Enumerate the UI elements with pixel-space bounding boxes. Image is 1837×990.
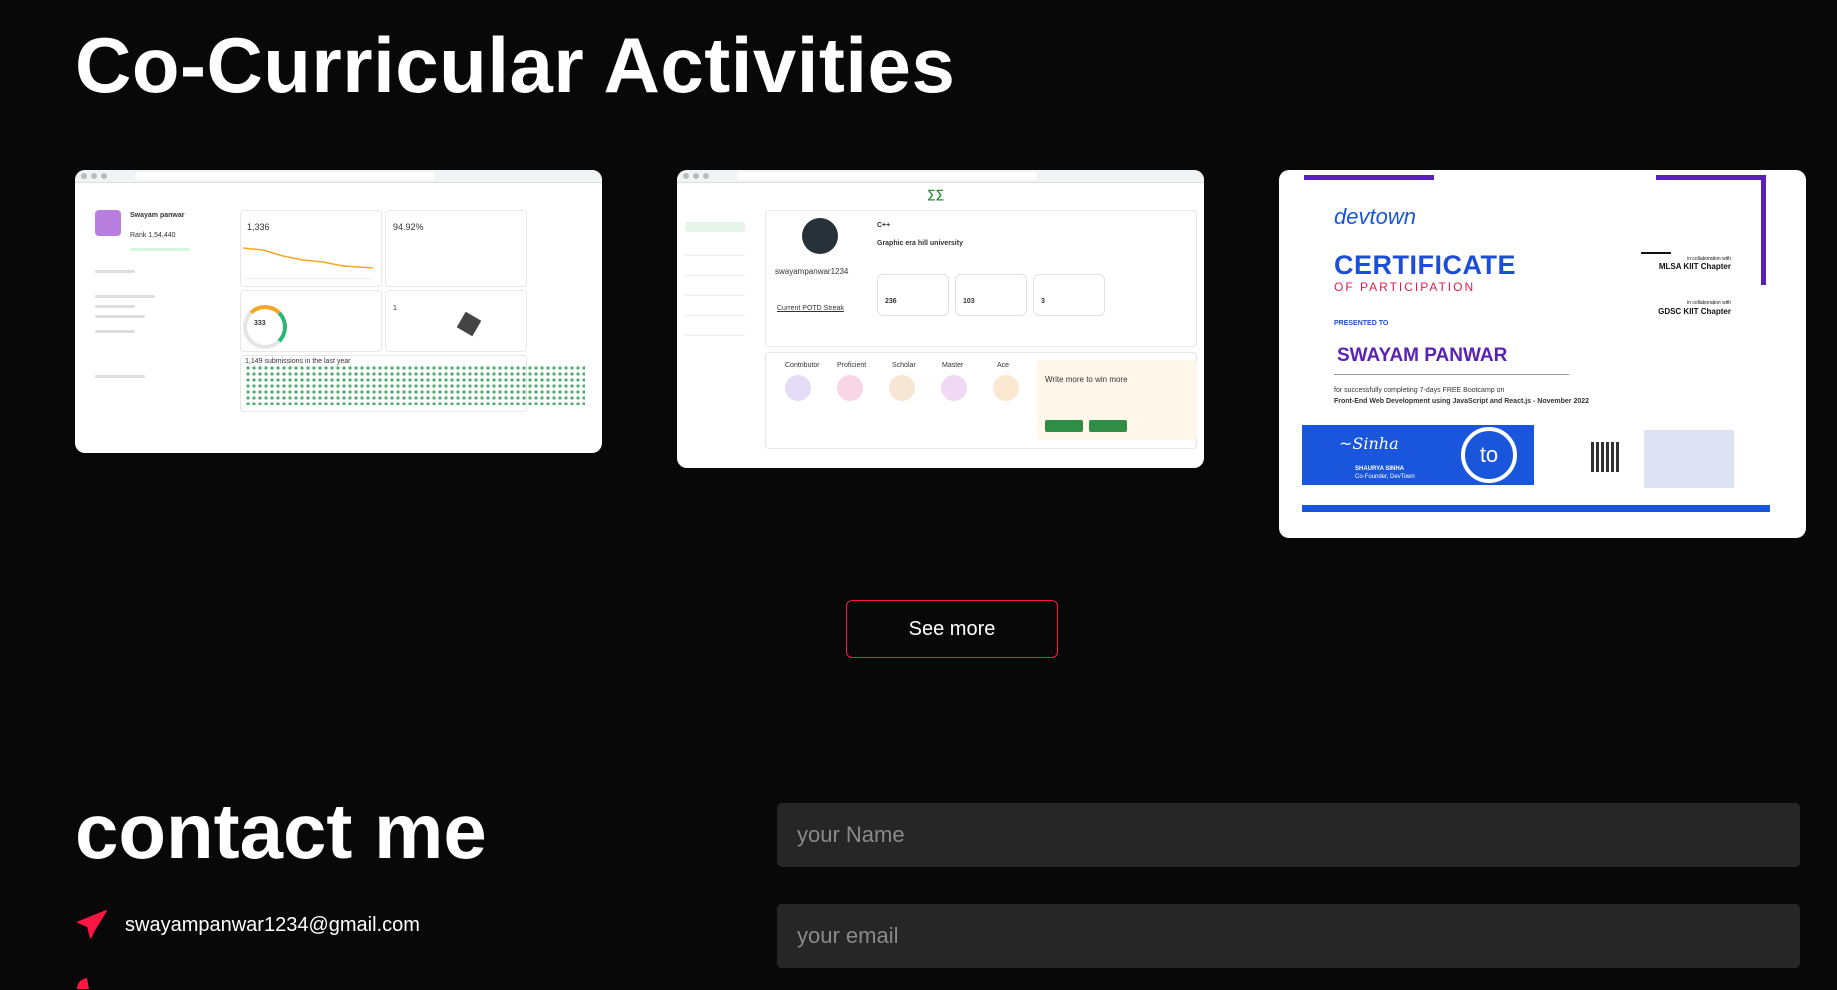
cert-brand-logo: devtown — [1334, 204, 1416, 229]
section-title-contact: contact me — [75, 787, 487, 875]
section-title-activities: Co-Curricular Activities — [75, 21, 956, 109]
gfg-problems-solved: 103 — [963, 298, 975, 305]
badge-label: Ace — [997, 362, 1010, 369]
lc-contest-rating: 1,336 — [247, 222, 270, 232]
name-field[interactable] — [777, 803, 1800, 867]
master-badge-icon — [941, 375, 967, 401]
lc-rank: Rank 1,54,440 — [130, 232, 176, 239]
cert-subheading: OF PARTICIPATION — [1334, 280, 1476, 294]
cert-chapter-1: MLSA KIIT Chapter — [1658, 262, 1731, 271]
lc-submissions: 1,149 submissions in the last year — [245, 358, 351, 365]
activity-card-certificate[interactable]: devtown CERTIFICATE OF PARTICIPATION PRE… — [1279, 170, 1806, 538]
lc-solved: 333 — [254, 320, 266, 327]
phone-icon — [77, 978, 89, 989]
paper-plane-icon — [77, 910, 107, 939]
lc-top-percent: 94.92% — [393, 222, 424, 232]
signature-icon: ~Sinha — [1339, 434, 1399, 453]
contact-email-row[interactable]: swayampanwar1234@gmail.com — [75, 905, 420, 945]
cert-heading: CERTIFICATE — [1334, 250, 1516, 280]
lc-progress-ring — [243, 305, 287, 349]
cert-signer: SHAURYA SINHA — [1355, 466, 1405, 472]
badge-label: Scholar — [892, 362, 916, 369]
cert-presented-to: PRESENTED TO — [1334, 320, 1389, 327]
gfg-logo-icon: ∑∑ — [927, 187, 945, 201]
building-illustration-icon — [1644, 430, 1734, 488]
cert-collab: in collaboration with — [1687, 300, 1731, 306]
gfg-promo: Write more to win more — [1045, 375, 1128, 384]
badge-label: Contributor — [785, 362, 820, 369]
proficient-badge-icon — [837, 375, 863, 401]
lc-username: Swayam panwar — [130, 212, 185, 219]
gfg-language: C++ — [877, 222, 891, 229]
gfg-institute: Graphic era hill university — [877, 240, 963, 247]
gfg-username: swayampanwar1234 — [775, 267, 849, 276]
ace-badge-icon — [993, 375, 1019, 401]
gfg-coding-score: 236 — [885, 298, 897, 305]
activity-card-gfg[interactable]: ∑∑ swayampanwar1234 Current POTD Streak … — [677, 170, 1204, 468]
browser-bar — [75, 170, 602, 183]
activity-card-leetcode[interactable]: Swayam panwar Rank 1,54,440 1,336 94.92%… — [75, 170, 602, 453]
scholar-badge-icon — [889, 375, 915, 401]
qr-code-icon — [1591, 442, 1621, 472]
badge-label: Master — [942, 362, 964, 369]
cert-description: for successfully completing 7-days FREE … — [1334, 387, 1505, 394]
cert-signer-role: Co-Founder, DevTown — [1355, 474, 1415, 480]
profile-avatar — [802, 218, 838, 254]
cert-course: Front-End Web Development using JavaScri… — [1334, 398, 1590, 405]
gfg-streak: Current POTD Streak — [777, 305, 844, 312]
gfg-monthly-score: 3 — [1041, 298, 1045, 305]
email-field[interactable] — [777, 904, 1800, 968]
rulebook-button[interactable] — [1089, 420, 1127, 432]
submission-heatmap — [245, 365, 585, 405]
cert-recipient-name: SWAYAM PANWAR — [1337, 345, 1508, 366]
cert-chapter-2: GDSC KIIT Chapter — [1658, 307, 1731, 316]
contact-email[interactable]: swayampanwar1234@gmail.com — [125, 914, 420, 937]
badge-label: Proficient — [837, 362, 867, 369]
lc-badges: 1 — [393, 305, 397, 312]
devtown-seal-icon: to — [1461, 427, 1517, 483]
see-more-button[interactable]: See more — [846, 600, 1058, 658]
start-writing-button[interactable] — [1045, 420, 1083, 432]
browser-bar — [677, 170, 1204, 183]
contributor-badge-icon — [785, 375, 811, 401]
profile-avatar — [95, 210, 121, 236]
